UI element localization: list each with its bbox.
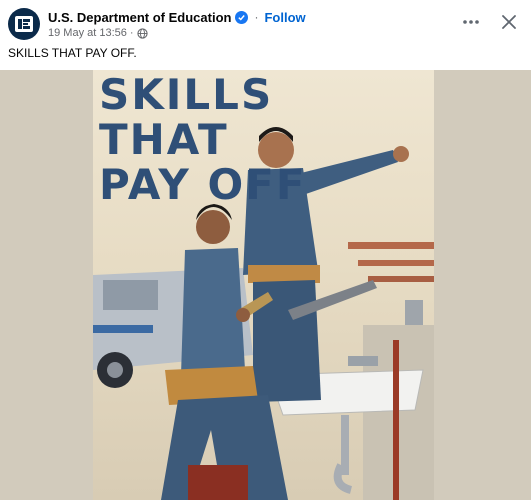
red-pipe (393, 340, 399, 500)
toolbox (188, 465, 248, 500)
close-icon[interactable] (497, 10, 521, 34)
post-header: U.S. Department of Education · Follow 19… (0, 0, 531, 70)
woman-head (196, 210, 230, 244)
poster: SKILLS THAT PAY OFF (93, 70, 434, 500)
woman-hand (236, 308, 250, 322)
separator-dot: · (254, 10, 259, 24)
globe-icon (136, 27, 148, 39)
author-name[interactable]: U.S. Department of Education (48, 10, 231, 25)
man-hand (393, 146, 409, 162)
header-actions (459, 10, 521, 34)
pipe-1 (348, 242, 434, 249)
post-image[interactable]: SKILLS THAT PAY OFF (0, 70, 531, 500)
verified-badge-icon (235, 10, 249, 24)
post-timestamp[interactable]: 19 May at 13:56 (48, 27, 127, 39)
faucet (348, 356, 378, 366)
more-options-icon[interactable] (459, 10, 483, 34)
post-meta: 19 May at 13:56 · (48, 26, 148, 40)
pipe-3 (368, 276, 434, 282)
post-caption: SKILLS THAT PAY OFF. (8, 46, 137, 60)
pipe-2 (358, 260, 434, 266)
follow-button[interactable]: Follow (264, 10, 305, 25)
author-line: U.S. Department of Education · Follow (48, 8, 306, 26)
poster-title: SKILLS THAT PAY OFF (99, 70, 307, 209)
meta-separator: · (129, 27, 134, 39)
ed-logo-icon[interactable] (8, 8, 40, 40)
van-hub (107, 362, 123, 378)
van-stripe (93, 325, 153, 333)
woman-shirt (181, 248, 245, 375)
van-window (103, 280, 158, 310)
